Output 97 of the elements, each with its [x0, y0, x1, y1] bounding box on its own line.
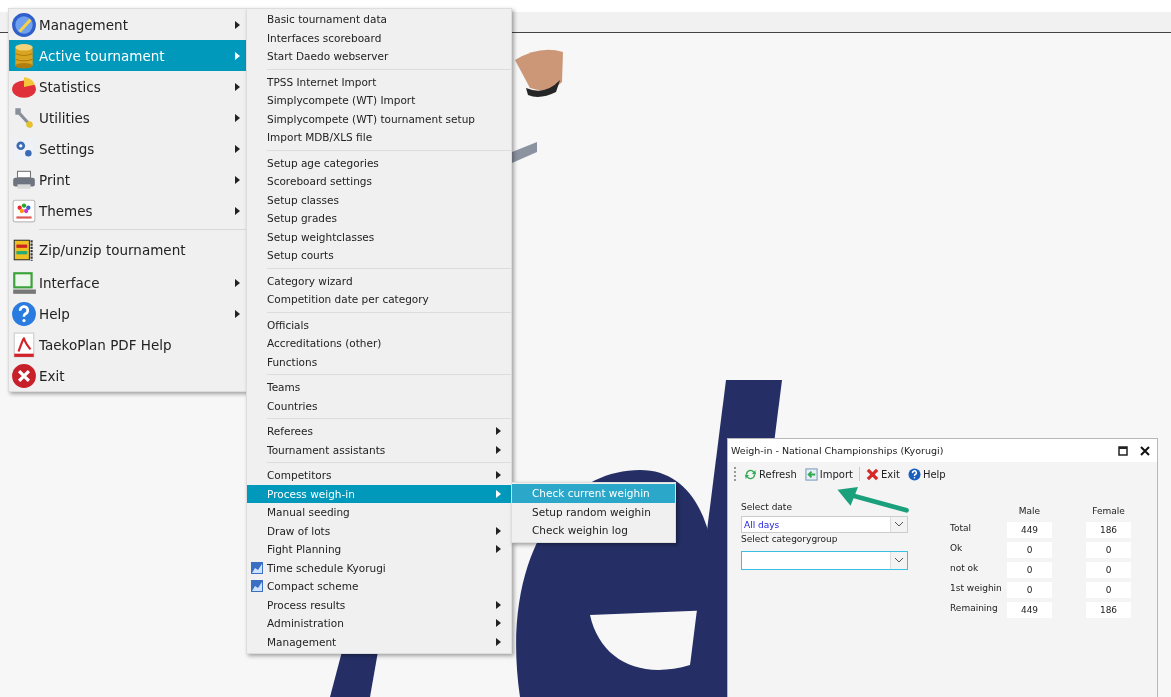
field-label: Select categorygroup	[741, 534, 839, 546]
toolbar-button[interactable]: Exit	[863, 466, 902, 482]
submenu-arrow-icon	[235, 51, 240, 60]
column-header: Female	[1091, 506, 1126, 518]
submenu-arrow-icon	[235, 278, 240, 287]
menu-item[interactable]: Setup classes	[247, 190, 511, 209]
count-field: 186	[1086, 522, 1131, 538]
menu-item[interactable]: TaekoPlan PDF Help	[9, 329, 246, 360]
menu-item[interactable]: Zip/unzip tournament	[9, 233, 246, 267]
menu-item[interactable]: Referees	[247, 422, 511, 441]
menu-item[interactable]: Interface	[9, 267, 246, 298]
menu-item[interactable]: Officials	[247, 315, 511, 334]
submenu-arrow-icon	[235, 113, 240, 122]
menu-item[interactable]: Process results	[247, 595, 511, 614]
menu-item[interactable]: Setup courts	[247, 246, 511, 265]
row-label: not ok	[950, 563, 980, 575]
menu-item[interactable]: Import MDB/XLS file	[247, 128, 511, 147]
row-label: Total	[950, 523, 973, 535]
close-circle-icon	[11, 362, 37, 389]
date-dropdown[interactable]: All days	[741, 516, 908, 533]
count-field: 0	[1007, 582, 1052, 598]
menu-item[interactable]: Utilities	[9, 102, 246, 133]
help-icon	[11, 300, 37, 327]
count-field: 0	[1007, 542, 1052, 558]
menu-item[interactable]: Tournament assistants	[247, 440, 511, 459]
row-label: Ok	[950, 543, 964, 555]
help-icon	[907, 467, 921, 481]
menu-item[interactable]: Fight Planning	[247, 540, 511, 559]
submenu-arrow-icon	[235, 144, 240, 153]
column-header: Male	[1017, 506, 1042, 518]
submenu-arrow-icon	[235, 175, 240, 184]
close-icon	[865, 467, 879, 481]
toolbar-button[interactable]: Import	[802, 466, 855, 482]
count-field: 449	[1007, 602, 1052, 618]
refresh-icon	[744, 467, 757, 481]
menu-item[interactable]: Manual seeding	[247, 503, 511, 522]
palette-icon	[11, 197, 37, 224]
submenu-arrow-icon	[235, 82, 240, 91]
window-title: Weigh-in - National Championships (Kyorugi)	[731, 445, 945, 456]
menu-item[interactable]: Competitors	[247, 466, 511, 485]
menu-item[interactable]: Simplycompete (WT) Import	[247, 91, 511, 110]
count-field: 449	[1007, 522, 1052, 538]
submenu-arrow-icon	[235, 206, 240, 215]
menu-item[interactable]: Administration	[247, 614, 511, 633]
menu-item[interactable]: Accreditations (other)	[247, 334, 511, 353]
menu-item[interactable]: Start Daedo webserver	[247, 47, 511, 66]
menu-item[interactable]: Exit	[9, 360, 246, 391]
menu-item[interactable]: Competition date per category	[247, 290, 511, 309]
pdf-document-icon	[11, 331, 37, 358]
caret-icon	[895, 558, 903, 563]
menu-item[interactable]: Setup random weighin	[512, 502, 675, 521]
import-icon	[804, 467, 818, 481]
count-field: 0	[1086, 582, 1131, 598]
submenu-arrow-icon	[496, 526, 501, 535]
sleeve-drawing	[512, 142, 537, 163]
menu-item[interactable]: Setup age categories	[247, 153, 511, 172]
menu-item[interactable]: Check weighin log	[512, 521, 675, 540]
menu-item[interactable]: Compact scheme	[247, 577, 511, 596]
menu-item[interactable]: Functions	[247, 352, 511, 371]
menu-item[interactable]: Basic tournament data	[247, 10, 511, 29]
chart-icon	[251, 561, 263, 574]
menu-item[interactable]: Setup grades	[247, 209, 511, 228]
menu-item[interactable]: Management	[9, 9, 246, 40]
toolbar-button[interactable]: Help	[905, 466, 948, 482]
field-label: Select date	[741, 502, 793, 514]
chart-icon	[251, 580, 263, 593]
submenu-arrow-icon	[496, 545, 501, 554]
menu-item[interactable]: Teams	[247, 378, 511, 397]
submenu-arrow-icon	[235, 309, 240, 318]
menu-item[interactable]: Time schedule Kyorugi	[247, 558, 511, 577]
gloved-hand-drawing	[515, 49, 563, 97]
menu-item[interactable]: Themes	[9, 195, 246, 226]
count-field: 186	[1086, 602, 1131, 618]
menu-item[interactable]: Draw of lots	[247, 521, 511, 540]
toolbar-button[interactable]: Refresh	[742, 466, 799, 482]
menu-item[interactable]: Category wizard	[247, 271, 511, 290]
count-field: 0	[1086, 542, 1131, 558]
menu-item[interactable]: Help	[9, 298, 246, 329]
monitor-icon	[11, 269, 37, 296]
caret-icon	[895, 522, 903, 527]
menu-item[interactable]: Countries	[247, 396, 511, 415]
submenu-arrow-icon	[496, 600, 501, 609]
menu-item[interactable]: Statistics	[9, 71, 246, 102]
count-field: 0	[1007, 562, 1052, 578]
menu-item[interactable]: TPSS Internet Import	[247, 72, 511, 91]
submenu-arrow-icon	[235, 20, 240, 29]
menu-item[interactable]: Settings	[9, 133, 246, 164]
globe-pencil-icon	[11, 11, 37, 38]
menu-item[interactable]: Interfaces scoreboard	[247, 28, 511, 47]
count-field: 0	[1086, 562, 1131, 578]
menu-item[interactable]: Management	[247, 632, 511, 651]
row-label: 1st weighin	[950, 583, 1003, 595]
menu-item[interactable]: Print	[9, 164, 246, 195]
menu-item[interactable]: Scoreboard settings	[247, 172, 511, 191]
menu-item[interactable]: Simplycompete (WT) tournament setup	[247, 109, 511, 128]
row-label: Remaining	[950, 603, 999, 615]
menu-item[interactable]: Setup weightclasses	[247, 227, 511, 246]
